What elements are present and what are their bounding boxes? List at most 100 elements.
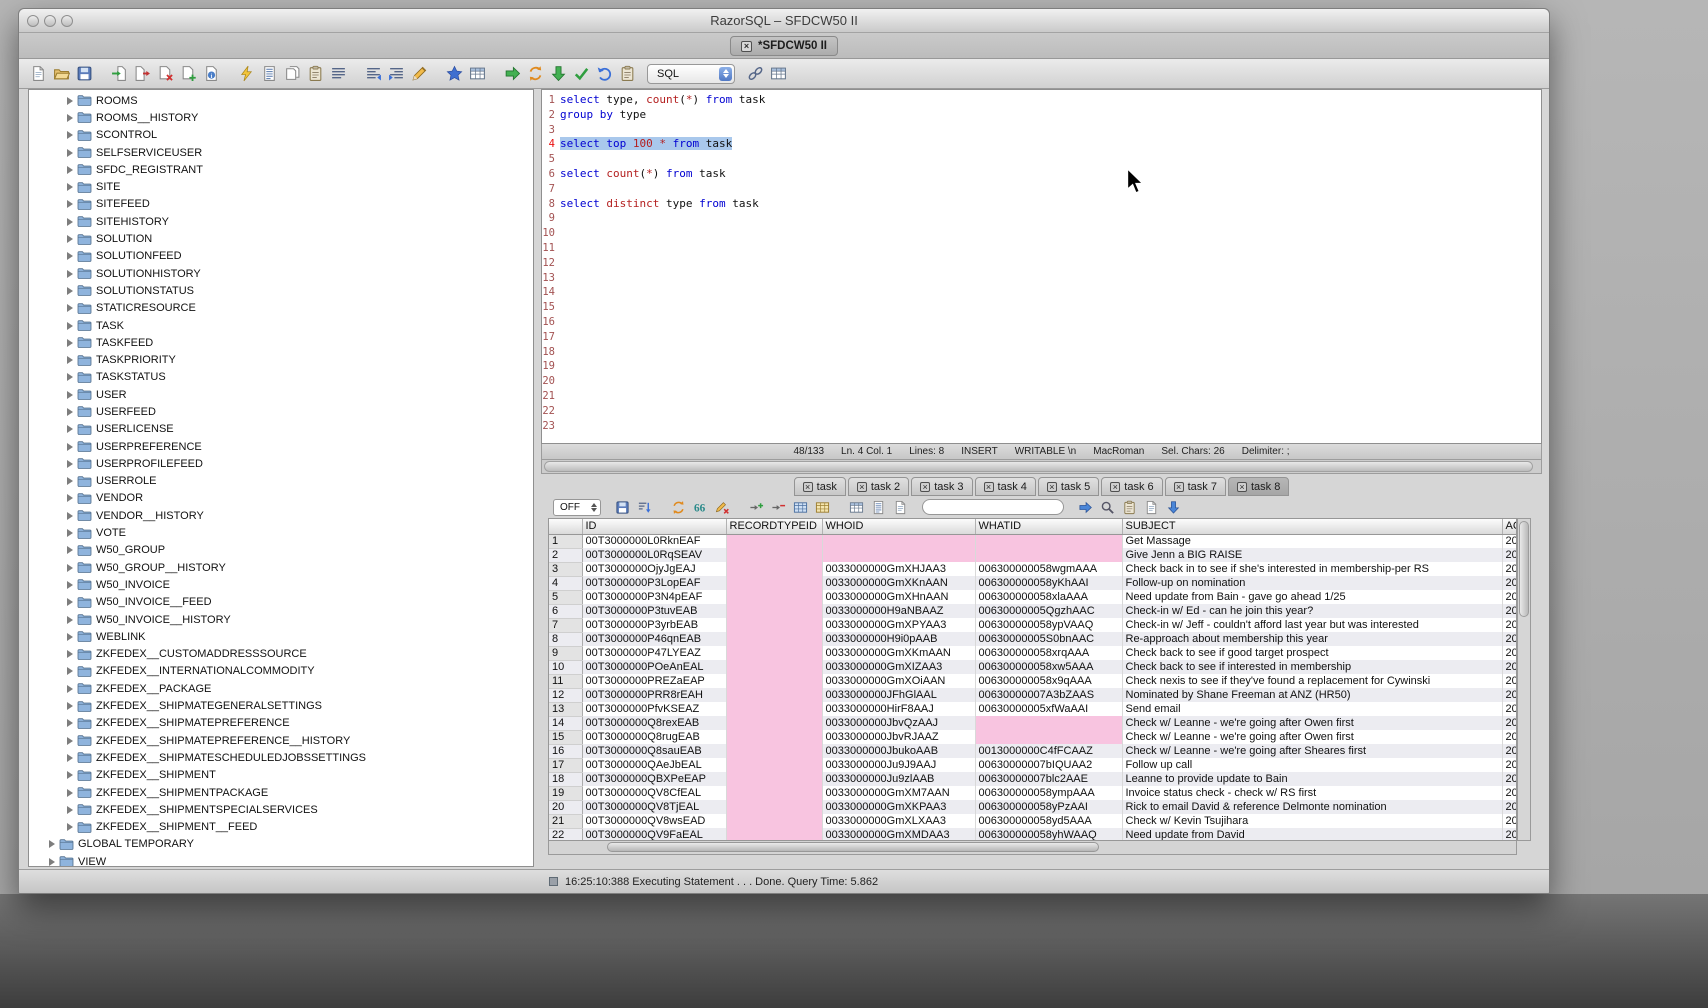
grid-cell-subject[interactable]: Need update from Bain - gave go ahead 1/…: [1122, 590, 1502, 604]
document-tab[interactable]: *SFDCW50 II: [730, 36, 838, 56]
grid-cell-ac[interactable]: 200: [1502, 646, 1517, 660]
grid-row[interactable]: 2000T3000000QV8TjEAL0033000000GmXKPAA300…: [549, 800, 1517, 814]
expand-triangle-icon[interactable]: [67, 183, 73, 191]
expand-triangle-icon[interactable]: [67, 356, 73, 364]
create-object-icon[interactable]: [178, 64, 198, 84]
expand-triangle-icon[interactable]: [67, 806, 73, 814]
execute-sql-icon[interactable]: [236, 64, 256, 84]
row-number-cell[interactable]: 10: [549, 660, 582, 674]
grid-cell-id[interactable]: 00T3000000QAeJbEAL: [582, 758, 726, 772]
grid-cell-whatid[interactable]: 006300000058yKhAAI: [975, 576, 1122, 590]
grid-cell-whoid[interactable]: [822, 548, 975, 562]
expand-triangle-icon[interactable]: [67, 322, 73, 330]
grid-row[interactable]: 1600T3000000Q8sauEAB0033000000JbukoAAB00…: [549, 744, 1517, 758]
tree-item-sitefeed[interactable]: SITEFEED: [29, 196, 533, 213]
grid-vertical-scrollbar[interactable]: [1517, 518, 1531, 841]
expand-triangle-icon[interactable]: [67, 633, 73, 641]
tree-item-zkfedex-internationalcommodity[interactable]: ZKFEDEX__INTERNATIONALCOMMODITY: [29, 663, 533, 680]
row-number-cell[interactable]: 20: [549, 800, 582, 814]
expand-triangle-icon[interactable]: [67, 408, 73, 416]
expand-triangle-icon[interactable]: [67, 702, 73, 710]
expand-triangle-icon[interactable]: [67, 287, 73, 295]
grid-row[interactable]: 200T3000000L0RqSEAVGive Jenn a BIG RAISE…: [549, 548, 1517, 562]
expand-triangle-icon[interactable]: [67, 218, 73, 226]
edit-sql-icon[interactable]: [409, 64, 429, 84]
expand-triangle-icon[interactable]: [67, 339, 73, 347]
paste-icon[interactable]: [305, 64, 325, 84]
editor-horizontal-scrollbar[interactable]: [541, 460, 1542, 474]
expand-triangle-icon[interactable]: [67, 564, 73, 572]
save-results-icon[interactable]: [613, 498, 632, 517]
grid-cell-whoid[interactable]: 0033000000GmXHJAA3: [822, 562, 975, 576]
grid-row[interactable]: 1000T3000000POeAnEAL0033000000GmXIZAA300…: [549, 660, 1517, 674]
column-header-whatid[interactable]: WHATID: [975, 519, 1122, 534]
grid-cell-whatid[interactable]: 006300000058yPzAAI: [975, 800, 1122, 814]
grid-cell-id[interactable]: 00T3000000Q8sauEAB: [582, 744, 726, 758]
grid-cell-id[interactable]: 00T3000000P3N4pEAF: [582, 590, 726, 604]
grid-cell-whoid[interactable]: [822, 534, 975, 548]
tree-item-taskstatus[interactable]: TASKSTATUS: [29, 369, 533, 386]
expand-triangle-icon[interactable]: [67, 616, 73, 624]
grid-cell-whoid[interactable]: 0033000000H9aNBAAZ: [822, 604, 975, 618]
column-header-recordtypeid[interactable]: RECORDTYPEID: [726, 519, 822, 534]
grid-row[interactable]: 100T3000000L0RknEAFGet Massage200: [549, 534, 1517, 548]
tree-item-scontrol[interactable]: SCONTROL: [29, 127, 533, 144]
tree-item-vendor-history[interactable]: VENDOR__HISTORY: [29, 507, 533, 524]
tree-item-site[interactable]: SITE: [29, 178, 533, 195]
run-all-icon[interactable]: [525, 64, 545, 84]
grid-cell-id[interactable]: 00T3000000P3tuvEAB: [582, 604, 726, 618]
row-number-cell[interactable]: 5: [549, 590, 582, 604]
grid-cell-recordtypeid[interactable]: [726, 730, 822, 744]
grid-cell-ac[interactable]: 200: [1502, 632, 1517, 646]
row-number-cell[interactable]: 9: [549, 646, 582, 660]
grid-cell-ac[interactable]: 200: [1502, 618, 1517, 632]
schema-tree-panel[interactable]: ROOMSROOMS__HISTORYSCONTROLSELFSERVICEUS…: [28, 89, 534, 867]
describe-table-icon[interactable]: [259, 64, 279, 84]
grid-cell-ac[interactable]: 200: [1502, 744, 1517, 758]
grid-cell-whatid[interactable]: 006300000058yhWAAQ: [975, 828, 1122, 841]
close-tab-icon[interactable]: [920, 482, 930, 492]
edit-results-icon[interactable]: [1120, 498, 1139, 517]
grid-view-icon[interactable]: [847, 498, 866, 517]
compare-tables-icon[interactable]: [467, 64, 487, 84]
grid-cell-ac[interactable]: 200: [1502, 604, 1517, 618]
grid-cell-subject[interactable]: Follow up call: [1122, 758, 1502, 772]
expand-triangle-icon[interactable]: [49, 858, 55, 866]
grid-cell-whatid[interactable]: 00630000007blc2AAE: [975, 772, 1122, 786]
fetch-results-icon[interactable]: [548, 64, 568, 84]
grid-cell-id[interactable]: 00T3000000QV9FaEAL: [582, 828, 726, 841]
grid-cell-recordtypeid[interactable]: [726, 576, 822, 590]
grid-row[interactable]: 300T3000000OjyJgEAJ0033000000GmXHJAA3006…: [549, 562, 1517, 576]
grid-row[interactable]: 500T3000000P3N4pEAF0033000000GmXHnAAN006…: [549, 590, 1517, 604]
grid-cell-whoid[interactable]: 0033000000GmXKnAAN: [822, 576, 975, 590]
grid-cell-whoid[interactable]: 0033000000Ju9J9AAJ: [822, 758, 975, 772]
grid-cell-recordtypeid[interactable]: [726, 590, 822, 604]
grid-cell-whatid[interactable]: 00630000005QgzhAAC: [975, 604, 1122, 618]
rollback-icon[interactable]: [594, 64, 614, 84]
grid-cell-recordtypeid[interactable]: [726, 828, 822, 841]
grid-row[interactable]: 1300T3000000PfvKSEAZ0033000000HirF8AAJ00…: [549, 702, 1517, 716]
grid-cell-recordtypeid[interactable]: [726, 800, 822, 814]
grid-cell-ac[interactable]: 200: [1502, 590, 1517, 604]
tree-item-userpreference[interactable]: USERPREFERENCE: [29, 438, 533, 455]
expand-triangle-icon[interactable]: [67, 200, 73, 208]
grid-cell-recordtypeid[interactable]: [726, 702, 822, 716]
close-tab-icon[interactable]: [1174, 482, 1184, 492]
row-number-cell[interactable]: 11: [549, 674, 582, 688]
grid-cell-recordtypeid[interactable]: [726, 674, 822, 688]
close-window-button[interactable]: [27, 15, 39, 27]
column-header-ac[interactable]: AC: [1502, 519, 1517, 534]
results-tab-task[interactable]: task: [794, 477, 846, 496]
expand-triangle-icon[interactable]: [67, 789, 73, 797]
tree-item-sfdc-registrant[interactable]: SFDC_REGISTRANT: [29, 161, 533, 178]
grid-cell-id[interactable]: 00T3000000Q8rugEAB: [582, 730, 726, 744]
results-tab-task-8[interactable]: task 8: [1228, 477, 1289, 496]
results-tab-task-3[interactable]: task 3: [911, 477, 972, 496]
object-info-icon[interactable]: i: [201, 64, 221, 84]
grid-cell-whatid[interactable]: 00630000007bIQUAA2: [975, 758, 1122, 772]
expand-triangle-icon[interactable]: [67, 512, 73, 520]
row-number-cell[interactable]: 3: [549, 562, 582, 576]
print-results-icon[interactable]: [1142, 498, 1161, 517]
grid-row[interactable]: 800T3000000P46qnEAB0033000000H9i0pAAB006…: [549, 632, 1517, 646]
grid-cell-id[interactable]: 00T3000000POeAnEAL: [582, 660, 726, 674]
